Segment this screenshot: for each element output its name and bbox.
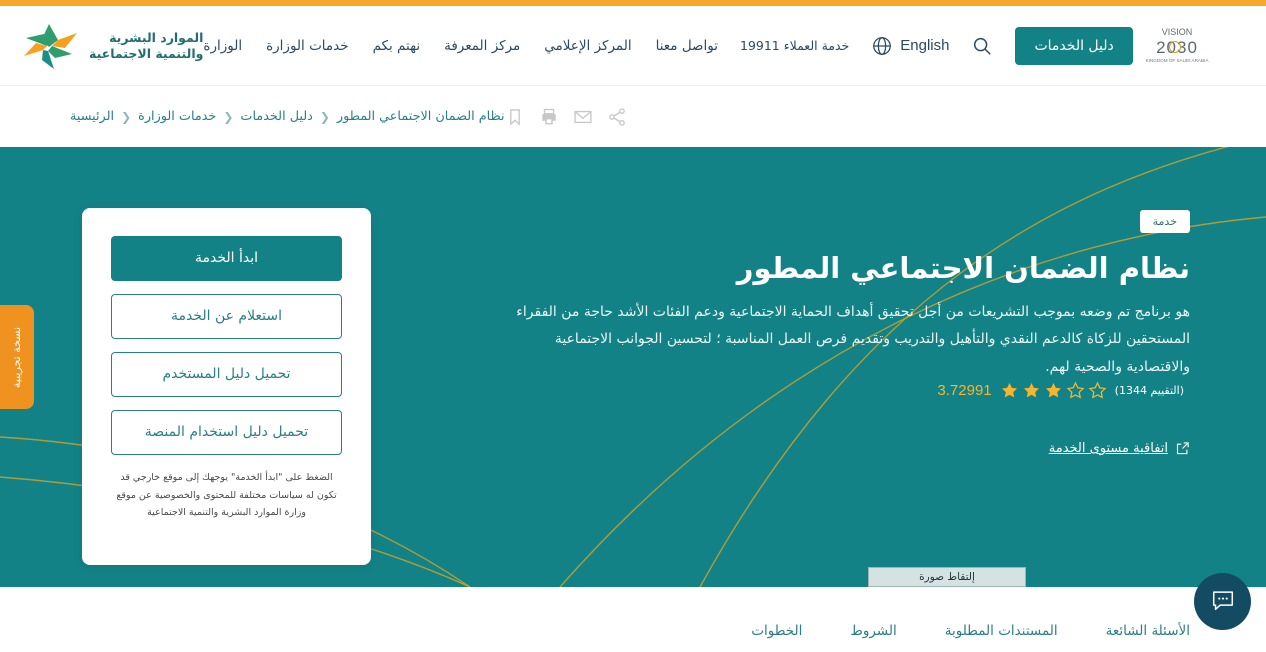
sla-link[interactable]: اتفاقية مستوى الخدمة	[1049, 441, 1190, 456]
share-icon[interactable]	[607, 107, 627, 127]
bookmark-icon[interactable]	[505, 107, 525, 127]
beta-version-tab[interactable]: نسخة تجريبية	[0, 305, 34, 409]
capture-screenshot-button[interactable]: إلتقاط صورة	[868, 567, 1026, 587]
print-icon[interactable]	[539, 107, 559, 127]
search-icon[interactable]	[971, 35, 993, 57]
service-inquiry-button[interactable]: استعلام عن الخدمة	[111, 294, 342, 339]
external-site-disclaimer: الضغط على "ابدأ الخدمة" يوجهك إلى موقع خ…	[116, 472, 337, 519]
content-tabs-area: الخطوات الشروط المستندات المطلوبة الأسئل…	[0, 587, 1266, 652]
beta-version-label: نسخة تجريبية	[10, 326, 24, 388]
nav-item-media-center[interactable]: المركز الإعلامي	[544, 38, 631, 54]
site-header: الموارد البشرية والتنمية الاجتماعية الوز…	[0, 6, 1266, 85]
svg-text:KINGDOM OF SAUDI ARABIA: KINGDOM OF SAUDI ARABIA	[1145, 58, 1209, 63]
svg-text:2030: 2030	[1156, 38, 1198, 57]
nav-item-we-care[interactable]: نهتم بكم	[373, 38, 421, 54]
breadcrumb: الرئيسية ❮ خدمات الوزارة ❮ دليل الخدمات …	[70, 109, 505, 124]
star-filled-icon[interactable]	[1000, 381, 1019, 400]
language-switcher[interactable]: English	[871, 35, 949, 57]
page-title: نظام الضمان الاجتماعي المطور	[736, 251, 1190, 285]
chevron-left-icon: ❮	[223, 109, 234, 124]
tab-required-documents[interactable]: المستندات المطلوبة	[945, 623, 1058, 639]
download-platform-guide-button[interactable]: تحميل دليل استخدام المنصة	[111, 410, 342, 455]
breadcrumb-item-services-guide[interactable]: دليل الخدمات	[240, 109, 312, 124]
brand-line-2: والتنمية الاجتماعية	[89, 45, 204, 61]
rating-value: 3.72991	[937, 382, 992, 399]
nav-item-ministry-services[interactable]: خدمات الوزارة	[266, 38, 348, 54]
chevron-left-icon: ❮	[121, 109, 132, 124]
star-filled-icon[interactable]	[1044, 381, 1063, 400]
breadcrumb-bar: الرئيسية ❮ خدمات الوزارة ❮ دليل الخدمات …	[0, 85, 1266, 147]
customer-service-number[interactable]: خدمة العملاء 19911	[740, 38, 849, 53]
vision-2030-logo: VISION 2030 KINGDOM OF SAUDI ARABIA	[1145, 22, 1227, 70]
hero-section: خدمة نظام الضمان الاجتماعي المطور هو برن…	[0, 147, 1266, 587]
star-filled-icon[interactable]	[1022, 381, 1041, 400]
breadcrumb-item-ministry-services[interactable]: خدمات الوزارة	[138, 109, 216, 124]
nav-item-ministry[interactable]: الوزارة	[203, 38, 242, 54]
email-icon[interactable]	[573, 107, 593, 127]
brand-logo-group[interactable]: الموارد البشرية والتنمية الاجتماعية	[18, 20, 203, 72]
rating-count: (التقييم 1344)	[1114, 384, 1184, 397]
rating-stars[interactable]	[1000, 381, 1107, 400]
rating-widget: 3.72991 (التقييم 1344)	[937, 381, 1190, 400]
chat-support-button[interactable]	[1194, 573, 1251, 630]
brand-name: الموارد البشرية والتنمية الاجتماعية	[89, 30, 203, 61]
tab-steps[interactable]: الخطوات	[751, 623, 802, 639]
service-actions-card: ابدأ الخدمة استعلام عن الخدمة تحميل دليل…	[82, 208, 371, 565]
brand-line-1: الموارد البشرية	[109, 30, 204, 46]
status-badge: خدمة	[1139, 210, 1190, 233]
star-empty-icon[interactable]	[1088, 381, 1107, 400]
services-guide-button[interactable]: دليل الخدمات	[1015, 26, 1133, 65]
chevron-left-icon: ❮	[319, 109, 330, 124]
breadcrumb-item-current: نظام الضمان الاجتماعي المطور	[336, 109, 505, 124]
download-user-guide-button[interactable]: تحميل دليل المستخدم	[111, 352, 342, 397]
nav-item-knowledge-center[interactable]: مركز المعرفة	[444, 38, 520, 54]
page-tools	[505, 107, 627, 127]
main-nav: الوزارة خدمات الوزارة نهتم بكم مركز المع…	[203, 38, 718, 54]
service-description: هو برنامج تم وضعه بموجب التشريعات من أجل…	[516, 304, 1190, 375]
star-empty-icon[interactable]	[1066, 381, 1085, 400]
language-label: English	[900, 37, 950, 54]
hrsd-logo-icon	[18, 20, 80, 72]
content-tabs: الخطوات الشروط المستندات المطلوبة الأسئل…	[751, 623, 1190, 639]
chat-bubble-icon	[1210, 587, 1236, 617]
page-root: الموارد البشرية والتنمية الاجتماعية الوز…	[0, 0, 1266, 652]
tab-conditions[interactable]: الشروط	[850, 623, 896, 639]
external-link-icon	[1175, 441, 1190, 456]
header-utilities: خدمة العملاء 19911 English دليل الخدمات …	[740, 22, 1241, 70]
breadcrumb-item-home[interactable]: الرئيسية	[70, 109, 114, 124]
start-service-button[interactable]: ابدأ الخدمة	[111, 236, 342, 281]
sla-link-label: اتفاقية مستوى الخدمة	[1048, 441, 1168, 456]
svg-text:VISION: VISION	[1161, 27, 1192, 37]
tab-faq[interactable]: الأسئلة الشائعة	[1106, 623, 1190, 639]
globe-icon	[871, 35, 893, 57]
nav-item-contact-us[interactable]: تواصل معنا	[656, 38, 718, 54]
